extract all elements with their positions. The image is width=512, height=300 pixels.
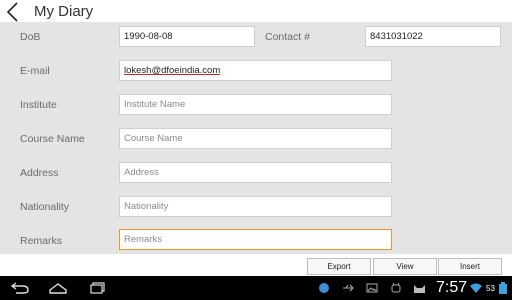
nationality-field[interactable]: Nationality (119, 196, 392, 217)
contact-field[interactable]: 8431031022 (365, 26, 501, 47)
bug-icon (391, 282, 401, 293)
course-label: Course Name (20, 133, 85, 145)
export-button[interactable]: Export (307, 258, 371, 275)
course-field[interactable]: Course Name (119, 128, 392, 149)
contact-label: Contact # (265, 31, 310, 43)
back-icon[interactable] (4, 1, 22, 23)
wifi-icon (470, 283, 482, 293)
dob-field[interactable]: 1990-08-08 (119, 26, 255, 47)
page-title: My Diary (34, 3, 94, 20)
diary-form: DoB 1990-08-08 Contact # 8431031022 E-ma… (0, 22, 512, 254)
clock: 7:57 (436, 279, 468, 296)
institute-field[interactable]: Institute Name (119, 94, 392, 115)
institute-label: Institute (20, 99, 57, 111)
home-icon[interactable] (48, 281, 68, 295)
email-label: E-mail (20, 65, 50, 77)
recent-apps-icon[interactable] (88, 281, 108, 295)
android-robot-icon (319, 283, 329, 293)
battery-percent: 53 (486, 284, 495, 293)
battery-icon (499, 282, 507, 294)
image-icon (366, 283, 378, 293)
address-label: Address (20, 167, 59, 179)
remarks-field[interactable]: Remarks (119, 229, 392, 250)
cat-icon (414, 285, 425, 293)
remarks-label: Remarks (20, 235, 63, 247)
system-bar: 7:57 53 (0, 276, 512, 300)
email-field[interactable]: lokesh@dfoeindia.com (119, 60, 392, 81)
dob-label: DoB (20, 31, 41, 43)
address-field[interactable]: Address (119, 162, 392, 183)
insert-button[interactable]: Insert (438, 258, 502, 275)
view-button[interactable]: View (373, 258, 437, 275)
usb-icon (343, 284, 354, 292)
email-value: lokesh@dfoeindia.com (124, 65, 221, 76)
nav-back-icon[interactable] (10, 281, 30, 295)
nationality-label: Nationality (20, 201, 70, 213)
title-bar: My Diary (0, 0, 512, 22)
action-bar: Export View Insert (0, 254, 512, 276)
